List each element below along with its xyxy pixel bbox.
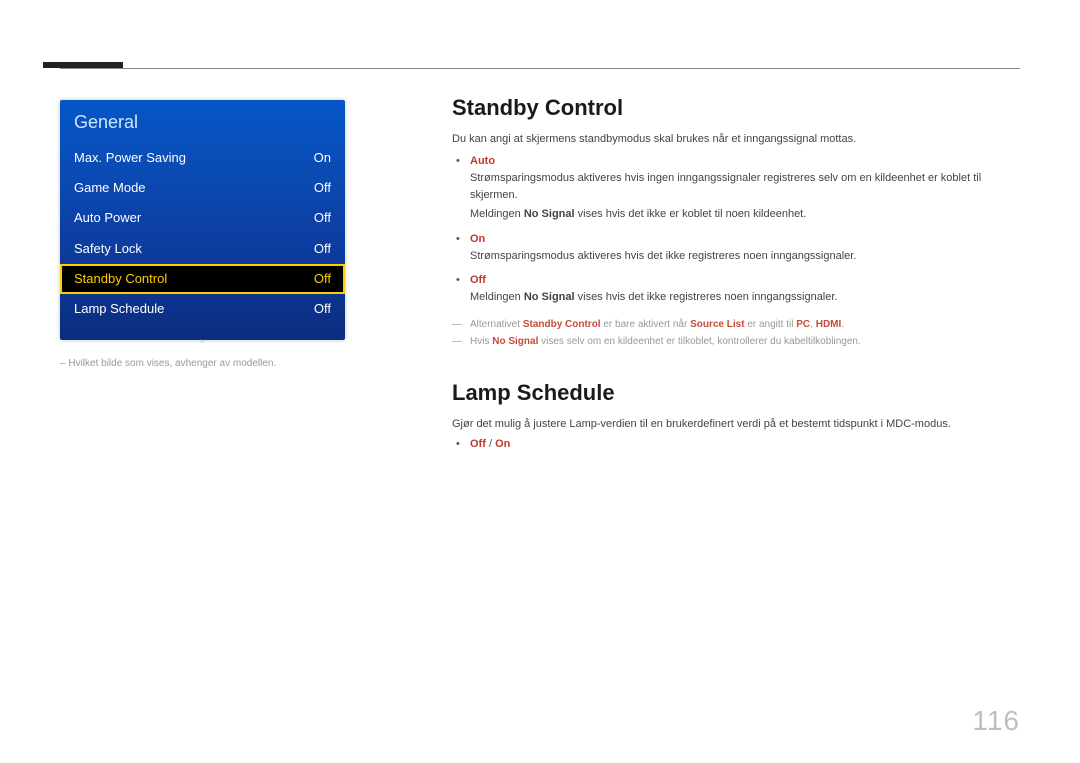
manual-page: General Max. Power SavingOnGame ModeOffA…	[0, 0, 1080, 763]
note-2: Hvis No Signal vises selv om en kildeenh…	[470, 333, 1020, 350]
note-1: Alternativet Standby Control er bare akt…	[470, 316, 1020, 333]
osd-row-value: Off	[314, 179, 331, 197]
standby-intro: Du kan angi at skjermens standbymodus sk…	[452, 133, 1020, 145]
heading-lamp-schedule: Lamp Schedule	[452, 380, 1020, 406]
osd-row-label: Game Mode	[74, 179, 146, 197]
option-auto: Auto Strømsparingsmodus aktiveres hvis i…	[470, 155, 1020, 223]
osd-row-label: Safety Lock	[74, 240, 142, 258]
lamp-options-list: Off / On	[452, 438, 1020, 450]
option-on: On Strømsparingsmodus aktiveres hvis det…	[470, 233, 1020, 265]
option-auto-label: Auto	[470, 155, 495, 167]
osd-row-value: Off	[314, 240, 331, 258]
osd-row-label: Lamp Schedule	[74, 300, 164, 318]
option-off-on: Off / On	[470, 438, 1020, 450]
osd-row-lamp-schedule: Lamp Schedule Off	[60, 294, 345, 324]
chevron-down-icon: ⌄	[60, 330, 345, 347]
osd-row-safety-lock: Safety Lock Off	[60, 234, 345, 264]
option-off: Off Meldingen No Signal vises hvis det i…	[470, 274, 1020, 306]
osd-row-label: Auto Power	[74, 209, 141, 227]
option-off-label: Off	[470, 274, 486, 286]
osd-row-max-power-saving: Max. Power Saving On	[60, 143, 345, 173]
standby-notes: Alternativet Standby Control er bare akt…	[452, 316, 1020, 350]
top-rule	[60, 68, 1020, 69]
osd-row-value: Off	[314, 300, 331, 318]
option-auto-desc1: Strømsparingsmodus aktiveres hvis ingen …	[470, 170, 1020, 203]
lamp-intro: Gjør det mulig å justere Lamp-verdien ti…	[452, 418, 1020, 430]
heading-standby-control: Standby Control	[452, 95, 1020, 121]
osd-row-auto-power: Auto Power Off	[60, 203, 345, 233]
content-area: Standby Control Du kan angi at skjermens…	[452, 95, 1020, 460]
osd-row-value: Off	[314, 270, 331, 288]
osd-row-standby-control: Standby Control Off	[60, 264, 345, 294]
option-auto-desc2: Meldingen No Signal vises hvis det ikke …	[470, 206, 1020, 223]
menu-footnote: Hvilket bilde som vises, avhenger av mod…	[60, 358, 276, 369]
page-number: 116	[972, 705, 1020, 737]
osd-row-value: On	[314, 149, 331, 167]
osd-menu-title: General	[60, 106, 345, 143]
standby-options-list: Auto Strømsparingsmodus aktiveres hvis i…	[452, 155, 1020, 306]
option-on-desc: Strømsparingsmodus aktiveres hvis det ik…	[470, 248, 1020, 265]
osd-menu-general: General Max. Power SavingOnGame ModeOffA…	[60, 100, 345, 340]
osd-row-game-mode: Game Mode Off	[60, 173, 345, 203]
chapter-tab	[43, 62, 123, 68]
osd-row-label: Max. Power Saving	[74, 149, 186, 167]
option-off-desc: Meldingen No Signal vises hvis det ikke …	[470, 289, 1020, 306]
osd-row-label: Standby Control	[74, 270, 167, 288]
osd-row-value: Off	[314, 209, 331, 227]
option-on-label: On	[470, 233, 485, 245]
